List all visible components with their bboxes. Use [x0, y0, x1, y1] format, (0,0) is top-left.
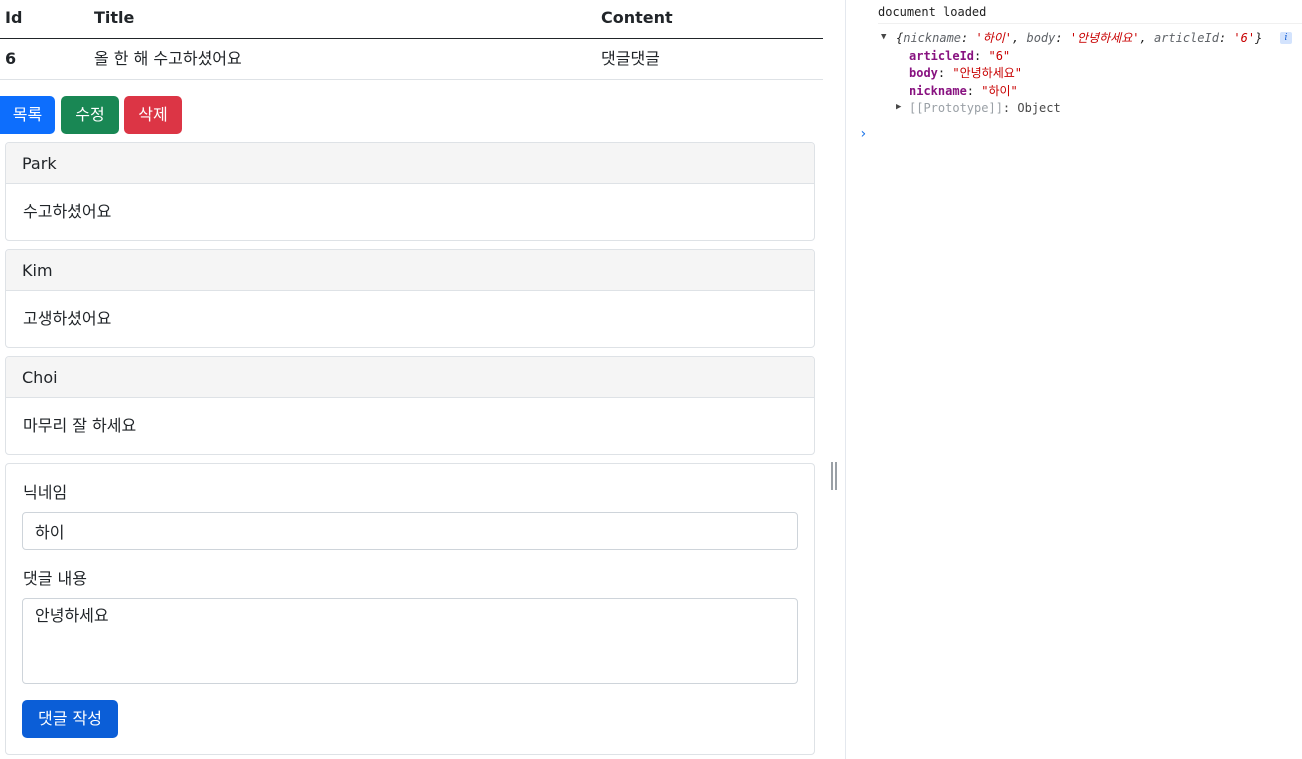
prototype-entry[interactable]: [[Prototype]]: Object	[909, 100, 1061, 116]
triangle-down-icon[interactable]: ▼	[881, 32, 886, 42]
table-header: Id Title Content	[0, 0, 823, 39]
comment-body: 수고하셨어요	[23, 202, 112, 221]
chevron-right-icon[interactable]: ›	[859, 126, 867, 142]
header-title: Title	[94, 8, 135, 27]
article-title: 올 한 해 수고하셨어요	[94, 49, 242, 68]
info-icon[interactable]: i	[1280, 32, 1292, 44]
triangle-right-icon[interactable]: ▶	[896, 102, 901, 112]
article-page: Id Title Content 6 올 한 해 수고하셨어요 댓글댓글 목록 …	[0, 0, 823, 759]
edit-button[interactable]: 수정	[61, 96, 119, 134]
comment-body-label: 댓글 내용	[23, 569, 87, 588]
comment-body: 고생하셨어요	[23, 309, 112, 328]
devtools-console: document loaded ▼ {nickname: '하이', body:…	[847, 0, 1302, 759]
object-property: articleId: "6"	[909, 49, 1011, 63]
comment-nickname: Park	[6, 143, 814, 184]
comment-card: Park 수고하셨어요	[5, 142, 815, 241]
object-property: nickname: "하이"	[909, 84, 1018, 98]
comment-card: Kim 고생하셨어요	[5, 249, 815, 348]
nickname-label: 닉네임	[23, 483, 68, 502]
header-id: Id	[5, 8, 23, 27]
resize-grip-icon[interactable]	[831, 462, 837, 490]
delete-button[interactable]: 삭제	[124, 96, 182, 134]
comment-body-textarea[interactable]: 안녕하세요	[22, 598, 798, 684]
object-property: body: "안녕하세요"	[909, 66, 1023, 80]
console-log-message: document loaded	[878, 4, 1302, 24]
comment-nickname: Choi	[6, 357, 814, 398]
comment-body: 마무리 잘 하세요	[23, 416, 137, 435]
nickname-input[interactable]	[22, 512, 798, 550]
list-button[interactable]: 목록	[0, 96, 55, 134]
header-content: Content	[601, 8, 673, 27]
table-row: 6 올 한 해 수고하셨어요 댓글댓글	[0, 39, 823, 80]
comment-nickname: Kim	[6, 250, 814, 291]
comment-card: Choi 마무리 잘 하세요	[5, 356, 815, 455]
comment-form: 닉네임 댓글 내용 안녕하세요 댓글 작성	[5, 463, 815, 755]
article-content: 댓글댓글	[601, 49, 660, 68]
panel-divider	[823, 0, 846, 759]
object-preview[interactable]: {nickname: '하이', body: '안녕하세요', articleI…	[896, 30, 1262, 46]
submit-comment-button[interactable]: 댓글 작성	[22, 700, 118, 738]
article-id: 6	[5, 49, 17, 68]
